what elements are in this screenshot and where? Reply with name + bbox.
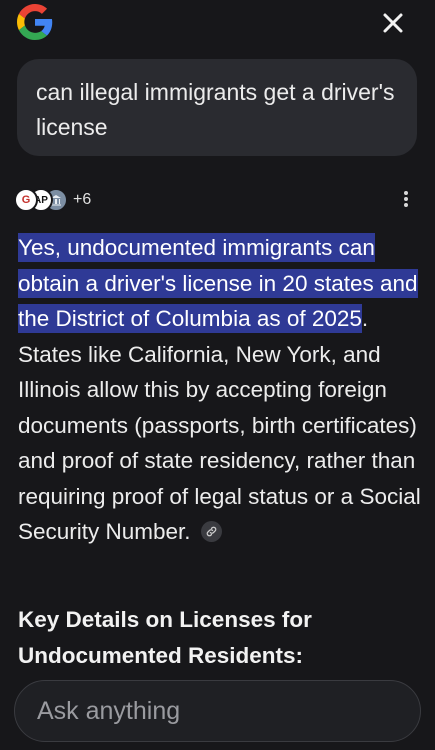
link-icon[interactable]: [200, 520, 222, 542]
answer-text: Yes, undocumented immigrants can obtain …: [18, 230, 423, 550]
more-sources-count[interactable]: +6: [73, 191, 91, 209]
answer-highlight: Yes, undocumented immigrants can obtain …: [18, 233, 418, 333]
ai-overview-screen: can illegal immigrants get a driver's li…: [0, 0, 435, 750]
google-news-icon[interactable]: G: [14, 188, 38, 212]
answer-body: . States like California, New York, and …: [18, 306, 421, 544]
more-vertical-icon[interactable]: [395, 189, 417, 213]
google-g-icon[interactable]: [17, 4, 53, 40]
section-heading: Key Details on Licenses for Undocumented…: [18, 607, 312, 668]
source-list[interactable]: G AP +6: [14, 187, 91, 213]
ask-input[interactable]: [37, 696, 398, 726]
query-bubble: can illegal immigrants get a driver's li…: [17, 59, 417, 156]
ask-bar[interactable]: [14, 680, 421, 742]
close-icon[interactable]: [378, 8, 408, 38]
query-text: can illegal immigrants get a driver's li…: [36, 79, 395, 140]
